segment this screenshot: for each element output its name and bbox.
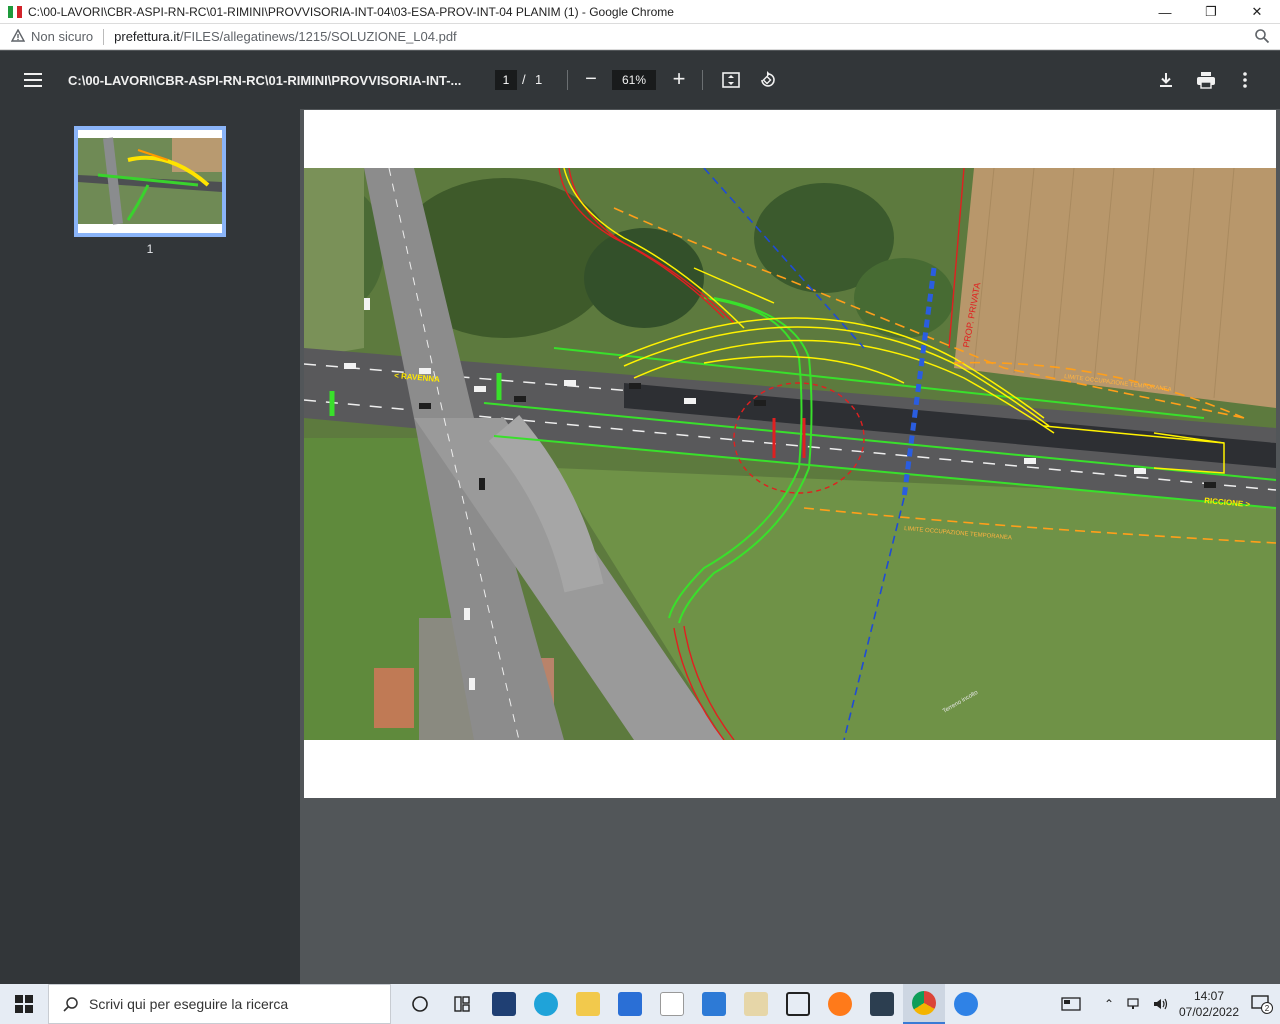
security-status-label[interactable]: Non sicuro (31, 29, 93, 44)
page-separator: / (522, 72, 526, 87)
minimize-button[interactable]: — (1142, 0, 1188, 24)
pdf-document-title: C:\00-LAVORI\CBR-ASPI-RN-RC\01-RIMINI\PR… (68, 72, 462, 88)
taskbar-clock[interactable]: 14:07 07/02/2022 (1174, 988, 1244, 1020)
system-tray: ⌃ 14:07 07/02/2022 2 (1058, 984, 1280, 1024)
total-pages: 1 (535, 72, 543, 87)
help-app-icon[interactable] (945, 984, 987, 1024)
powershell-app-icon[interactable] (483, 984, 525, 1024)
search-placeholder: Scrivi qui per eseguire la ricerca (89, 996, 289, 1012)
windows-taskbar: Scrivi qui per eseguire la ricerca ⌃ 14:… (0, 984, 1280, 1024)
widgets-icon[interactable] (441, 984, 483, 1024)
address-bar[interactable]: Non sicuro prefettura.it/FILES/allegatin… (0, 24, 1280, 50)
zoom-magnifier-icon[interactable] (1254, 28, 1270, 44)
volume-icon[interactable] (1148, 984, 1174, 1024)
windows-logo-icon (15, 995, 33, 1013)
mail-app-icon[interactable] (693, 984, 735, 1024)
zoom-level-input[interactable]: 61% (612, 70, 656, 90)
restore-button[interactable]: ❐ (1188, 0, 1234, 24)
download-icon[interactable] (1157, 71, 1175, 89)
print-icon[interactable] (1196, 71, 1216, 89)
file-explorer-icon[interactable] (567, 984, 609, 1024)
paint-app-icon[interactable] (735, 984, 777, 1024)
chrome-browser-icon[interactable] (903, 984, 945, 1024)
close-button[interactable]: ✕ (1234, 0, 1280, 24)
clock-date: 07/02/2022 (1178, 1005, 1240, 1019)
zoom-in-button[interactable]: + (670, 66, 688, 92)
task-view-icon[interactable] (399, 984, 441, 1024)
fit-to-page-icon[interactable] (722, 71, 740, 89)
edge-browser-icon[interactable] (525, 984, 567, 1024)
search-icon (63, 997, 78, 1012)
aerial-map-drawing: < RAVENNA RICCIONE > PROP. PRIVATA LIMIT… (304, 168, 1276, 740)
rotate-icon[interactable] (758, 71, 776, 89)
italy-flag-icon (8, 5, 23, 18)
zoom-out-button[interactable]: − (582, 68, 600, 91)
thumbnail-map-image (78, 130, 222, 233)
network-icon[interactable] (1122, 984, 1148, 1024)
pdf-page: < RAVENNA RICCIONE > PROP. PRIVATA LIMIT… (304, 110, 1276, 798)
url-text[interactable]: prefettura.it/FILES/allegatinews/1215/SO… (114, 29, 457, 44)
warning-triangle-icon[interactable] (10, 28, 26, 45)
pdf-toolbar: C:\00-LAVORI\CBR-ASPI-RN-RC\01-RIMINI\PR… (0, 51, 1280, 109)
site-plan-aerial-map: < RAVENNA RICCIONE > PROP. PRIVATA LIMIT… (304, 168, 1276, 740)
url-host: prefettura.it (114, 29, 180, 44)
window-titlebar: C:\00-LAVORI\CBR-ASPI-RN-RC\01-RIMINI\PR… (0, 0, 1280, 24)
start-button[interactable] (0, 984, 48, 1024)
hamburger-menu-icon[interactable] (24, 73, 42, 87)
taskbar-search-box[interactable]: Scrivi qui per eseguire la ricerca (48, 984, 391, 1024)
chevron-up-icon[interactable]: ⌃ (1096, 984, 1122, 1024)
clock-time: 14:07 (1193, 989, 1225, 1003)
firefox-browser-icon[interactable] (819, 984, 861, 1024)
thumbnail-page-number: 1 (146, 242, 154, 256)
window-title: C:\00-LAVORI\CBR-ASPI-RN-RC\01-RIMINI\PR… (28, 4, 674, 19)
amazon-app-icon[interactable] (651, 984, 693, 1024)
more-options-icon[interactable] (1238, 71, 1252, 89)
news-widget-icon[interactable] (1058, 984, 1084, 1024)
toolbar-divider (702, 70, 703, 90)
address-separator (103, 28, 105, 45)
terminal-app-icon[interactable] (861, 984, 903, 1024)
toolbar-divider (567, 70, 568, 90)
page-number-input[interactable]: 1 (495, 70, 517, 90)
url-path: /FILES/allegatinews/1215/SOLUZIONE_L04.p… (179, 29, 457, 44)
dropbox-app-icon[interactable] (777, 984, 819, 1024)
store-app-icon[interactable] (609, 984, 651, 1024)
notification-center-icon[interactable]: 2 (1244, 984, 1280, 1024)
notification-count: 2 (1265, 1004, 1270, 1013)
page-thumbnail[interactable] (74, 126, 226, 237)
thumbnail-sidebar: 1 (0, 109, 300, 984)
pdf-viewer[interactable]: < RAVENNA RICCIONE > PROP. PRIVATA LIMIT… (300, 109, 1280, 984)
